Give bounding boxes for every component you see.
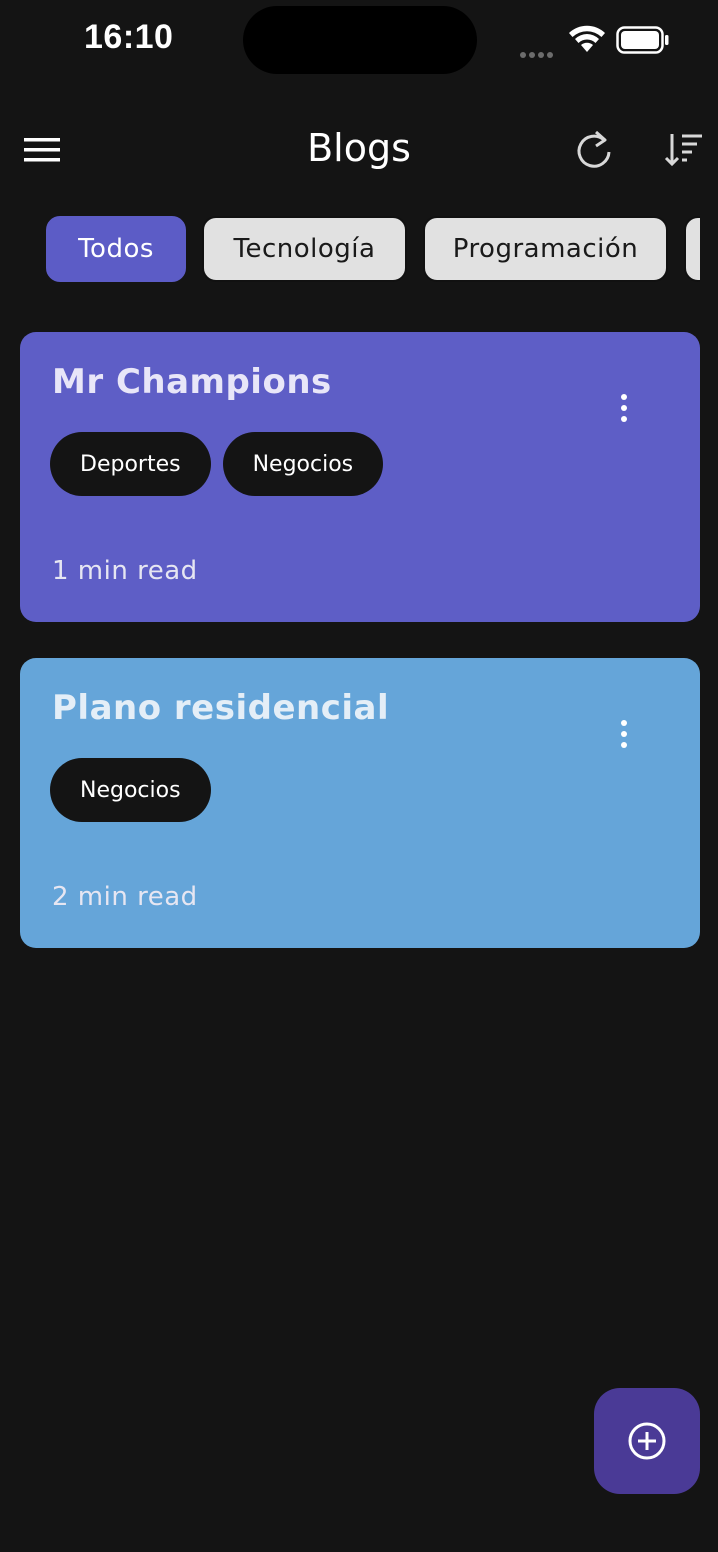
tag-list: Deportes Negocios	[50, 432, 395, 496]
tag-list: Negocios	[50, 758, 223, 822]
read-time: 2 min read	[52, 882, 198, 912]
blog-title: Mr Champions	[52, 362, 332, 402]
sort-icon[interactable]	[662, 128, 706, 172]
status-time: 16:10	[84, 18, 174, 56]
chip-tecnologia[interactable]: Tecnología	[202, 216, 407, 282]
blog-card[interactable]: Mr Champions Deportes Negocios 1 min rea…	[20, 332, 700, 622]
battery-icon	[616, 26, 669, 54]
read-time: 1 min read	[52, 556, 198, 586]
category-filter-chips: Todos Tecnología Programación	[0, 216, 700, 288]
blog-title: Plano residencial	[52, 688, 390, 728]
more-vert-icon[interactable]	[614, 718, 634, 750]
status-bar: 16:10	[0, 0, 718, 80]
chip-todos[interactable]: Todos	[46, 216, 186, 282]
wifi-icon	[569, 25, 605, 52]
app-bar: Blogs	[0, 110, 718, 190]
blog-card[interactable]: Plano residencial Negocios 2 min read	[20, 658, 700, 948]
chip-programacion[interactable]: Programación	[423, 216, 668, 282]
tag-chip[interactable]: Negocios	[50, 758, 211, 822]
cellular-signal-icon	[520, 45, 556, 63]
add-circle-icon	[628, 1422, 666, 1460]
tag-chip[interactable]: Deportes	[50, 432, 211, 496]
chip-overflow[interactable]	[684, 216, 700, 282]
refresh-icon[interactable]	[572, 126, 616, 174]
tag-chip[interactable]: Negocios	[222, 432, 384, 496]
add-blog-fab[interactable]	[594, 1388, 700, 1494]
more-vert-icon[interactable]	[614, 392, 634, 424]
dynamic-island	[243, 6, 477, 74]
